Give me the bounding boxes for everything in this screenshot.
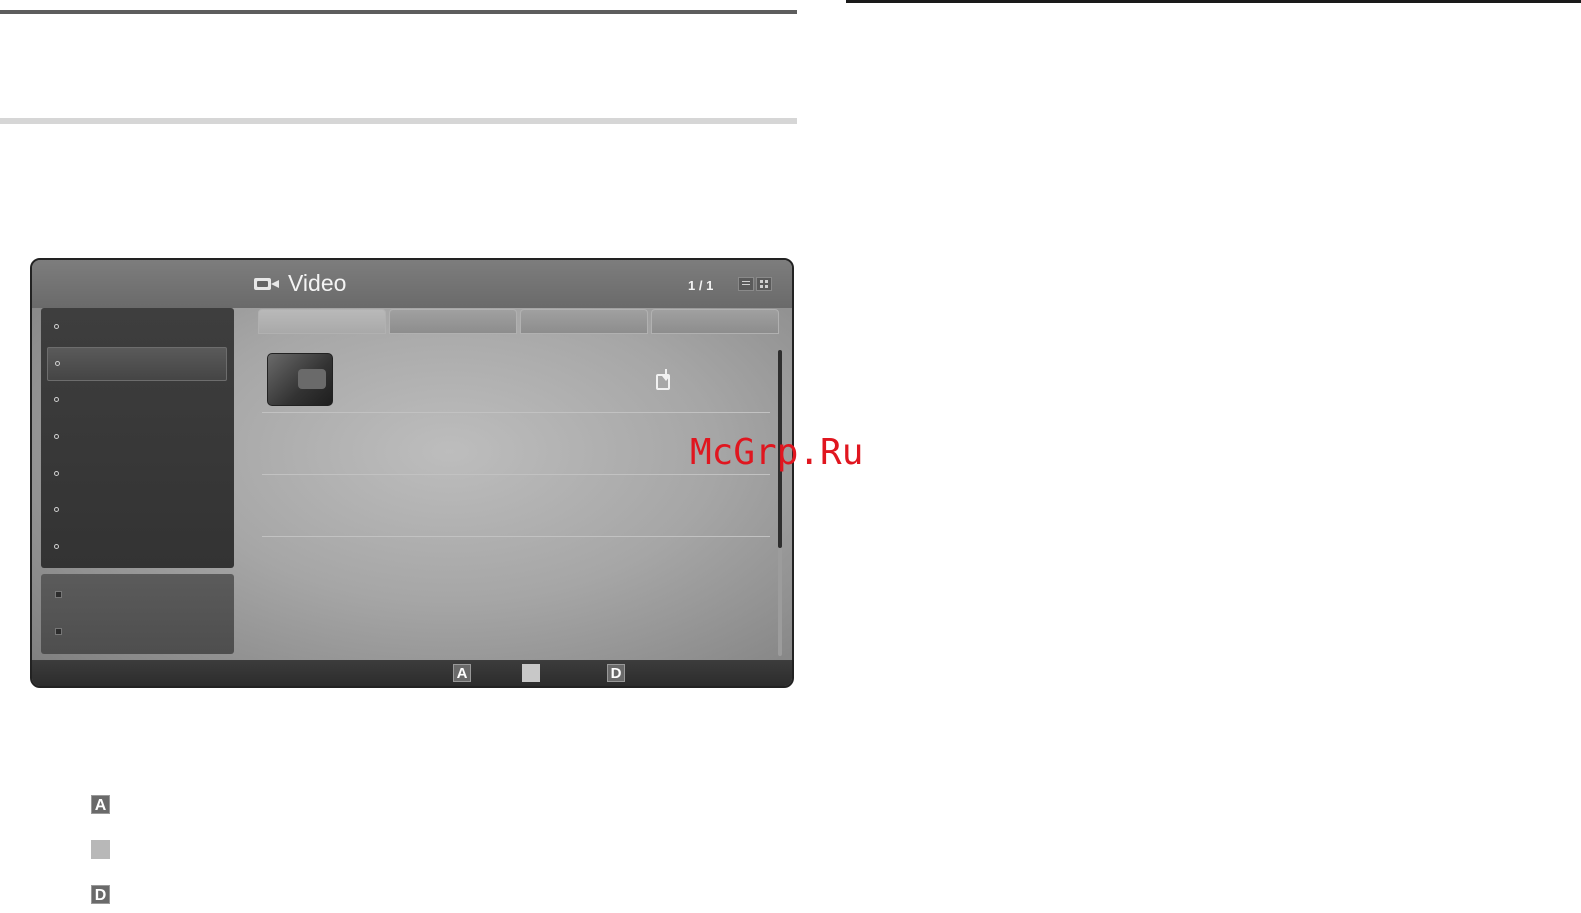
sidebar-item[interactable] <box>47 311 227 345</box>
tv-screen: Video 1 / 1 A D <box>30 258 794 688</box>
sidebar-item[interactable] <box>47 458 227 492</box>
scrollbar[interactable] <box>778 350 782 656</box>
square-bullet-icon <box>55 591 62 598</box>
green-button-key <box>522 664 540 682</box>
bullet-icon <box>54 434 59 439</box>
file-list <box>258 334 792 660</box>
sidebar-menu <box>41 308 234 568</box>
sidebar-item[interactable] <box>47 384 227 418</box>
bullet-icon <box>54 471 59 476</box>
bullet-icon <box>55 361 60 366</box>
view-mode-buttons <box>738 277 772 291</box>
grid-view-icon[interactable] <box>756 277 772 291</box>
legend-key-b <box>91 840 110 859</box>
bullet-icon <box>54 397 59 402</box>
top-rule <box>0 10 797 14</box>
sidebar-item[interactable] <box>47 421 227 455</box>
tab[interactable] <box>520 309 648 334</box>
bullet-icon <box>54 324 59 329</box>
sidebar-item-selected[interactable] <box>47 347 227 381</box>
tab[interactable] <box>651 309 779 334</box>
sidebar-item[interactable] <box>47 531 227 565</box>
title-group: Video <box>254 270 346 297</box>
video-camera-icon <box>254 275 280 293</box>
video-thumbnail[interactable] <box>267 353 333 406</box>
button-guide-bar: A D <box>32 660 792 686</box>
list-item[interactable] <box>262 350 770 413</box>
list-view-icon[interactable] <box>738 277 754 291</box>
square-bullet-icon <box>55 628 62 635</box>
tab-active[interactable] <box>258 309 386 334</box>
legend-key-d: D <box>91 885 110 904</box>
page-count: 1 / 1 <box>688 278 714 293</box>
screen-title: Video <box>288 270 347 296</box>
blue-button-key: D <box>607 664 625 682</box>
red-button-key: A <box>453 664 471 682</box>
sidebar-options <box>41 574 234 654</box>
file-download-icon <box>656 369 674 391</box>
list-item[interactable] <box>262 474 770 537</box>
bullet-icon <box>54 507 59 512</box>
right-top-rule <box>846 0 1581 3</box>
screen-header: Video 1 / 1 <box>32 260 792 308</box>
option-item[interactable] <box>47 580 227 608</box>
sidebar-item[interactable] <box>47 494 227 528</box>
bullet-icon <box>54 544 59 549</box>
watermark: McGrp.Ru <box>690 432 864 473</box>
legend-key-a: A <box>91 795 110 814</box>
tab[interactable] <box>389 309 517 334</box>
tab-bar <box>258 309 779 334</box>
section-rule <box>0 118 797 124</box>
option-item[interactable] <box>47 617 227 645</box>
